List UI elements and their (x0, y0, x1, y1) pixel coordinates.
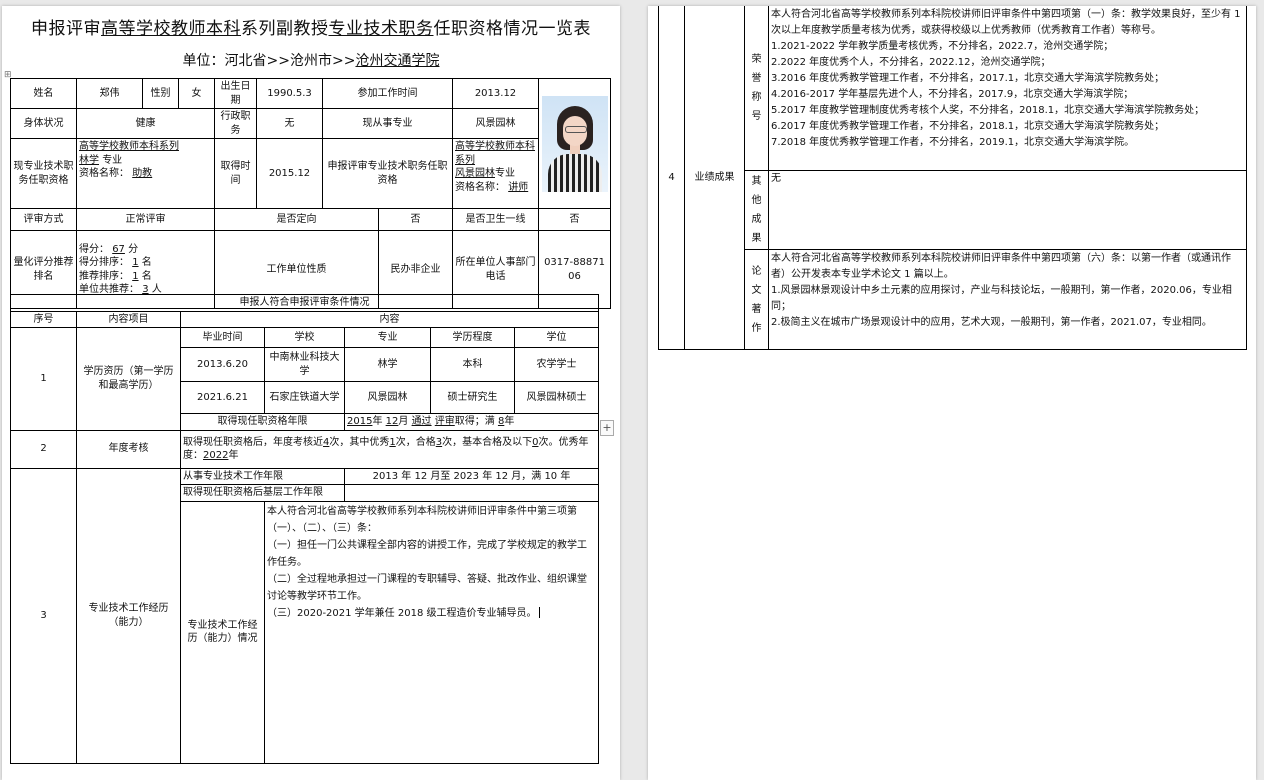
name-label: 姓名 (10, 78, 77, 109)
admin-value: 无 (256, 108, 323, 139)
edu-cell: 硕士研究生 (430, 381, 515, 414)
edu-cell: 林学 (344, 347, 431, 382)
edu-cell: 风景园林 (344, 381, 431, 414)
annual-no: 2 (10, 429, 77, 469)
achievement-item: 业绩成果 (684, 6, 745, 350)
work-years-label: 从事专业技术工作年限 (180, 467, 345, 485)
work-start-label: 参加工作时间 (322, 78, 453, 109)
gender-value: 女 (178, 78, 215, 109)
edu-col-major: 专业 (344, 327, 431, 348)
edu-cell: 本科 (430, 347, 515, 382)
major-value: 风景园林 (452, 108, 539, 139)
edu-cell: 石家庄铁道大学 (264, 381, 345, 414)
basic-info-table: 姓名 郑伟 性别 女 出生日期 1990.5.3 参加工作时间 2013.12 … (10, 78, 611, 309)
paper-value: 本人符合河北省高等学校教师系列本科院校讲师旧评审条件中第四项第（六）条：以第一作… (768, 249, 1247, 350)
get-time-value: 2015.12 (256, 138, 323, 209)
apply-title-value: 高等学校教师本科系列 风景园林专业 资格名称： 讲师 (452, 138, 539, 209)
grassroots-label: 取得现任职资格后基层工作年限 (180, 484, 345, 502)
apply-title-label: 申报评审专业技术职务任职资格 (322, 138, 453, 209)
photo-cell (538, 78, 611, 209)
work-no: 3 (10, 467, 77, 764)
edu-cell: 风景园林硕士 (513, 381, 600, 414)
edu-cell: 中南林业科技大学 (264, 347, 345, 382)
health-label: 身体状况 (10, 108, 77, 139)
health-value: 健康 (76, 108, 215, 139)
header-no: 序号 (10, 310, 77, 328)
grassroots-value (343, 484, 600, 502)
edu-col-school: 学校 (264, 327, 345, 348)
honor-value: 本人符合河北省高等学校教师系列本科院校讲师旧评审条件中第四项第（一）条：教学效果… (768, 6, 1247, 171)
achievements-table: 4 业绩成果 荣誉称号 本人符合河北省高等学校教师系列本科院校讲师旧评审条件中第… (658, 6, 1247, 350)
text-cursor (538, 607, 540, 618)
document-page-left: 申报评审高等学校教师本科系列副教授专业技术职务任职资格情况一览表 单位：河北省>… (2, 6, 620, 780)
add-row-button[interactable]: + (600, 420, 614, 436)
work-item: 专业技术工作经历（能力） (76, 467, 181, 764)
honor-label: 荣誉称号 (744, 6, 769, 171)
work-start-value: 2013.12 (452, 78, 539, 109)
health-line-value: 否 (538, 208, 611, 231)
achievement-no: 4 (658, 6, 685, 350)
edu-no: 1 (10, 327, 77, 431)
header-item: 内容项目 (76, 310, 181, 328)
edu-col-level: 学历程度 (430, 327, 515, 348)
annual-item: 年度考核 (76, 429, 181, 469)
work-detail-value[interactable]: 本人符合河北省高等学校教师系列本科院校讲师旧评审条件中第三项第（一）、（二）、（… (263, 500, 600, 764)
unit-line: 单位：河北省>>沧州市>>沧州交通学院 (182, 53, 440, 69)
edu-item: 学历资历（第一学历和最高学历） (76, 327, 181, 431)
page-title: 申报评审高等学校教师本科系列副教授专业技术职务任职资格情况一览表 (31, 19, 591, 39)
current-title-label: 现专业技术职务任职资格 (10, 138, 77, 209)
name-value: 郑伟 (76, 78, 143, 109)
paper-label: 论文著作 (744, 249, 769, 350)
other-value: 无 (768, 170, 1247, 250)
annual-value: 取得现任职资格后，年度考核近4次，其中优秀1次，合格3次，基本合格及以下0次。优… (179, 429, 600, 469)
birth-label: 出生日期 (214, 78, 257, 109)
current-title-value: 高等学校教师本科系列 林学 专业 资格名称： 助教 (76, 138, 215, 209)
portrait-photo (541, 95, 608, 192)
work-years-value: 2013 年 12 月至 2023 年 12 月，满 10 年 (343, 467, 600, 485)
review-value: 正常评审 (76, 208, 215, 231)
major-label: 现从事专业 (322, 108, 453, 139)
edu-col-time: 毕业时间 (180, 327, 265, 348)
edu-cell: 2021.6.21 (180, 381, 265, 414)
direct-label: 是否定向 (214, 208, 379, 231)
direct-value: 否 (378, 208, 453, 231)
edu-years-label: 取得现任职资格年限 (180, 413, 345, 431)
document-page-right: 4 业绩成果 荣誉称号 本人符合河北省高等学校教师系列本科院校讲师旧评审条件中第… (648, 6, 1256, 780)
conditions-section-title: 申报人符合申报评审条件情况 (9, 294, 600, 312)
edu-years-value: 2015年 12月 通过 评审取得；满 8年 (343, 413, 600, 431)
edu-cell: 2013.6.20 (180, 347, 265, 382)
edu-cell: 农学学士 (513, 347, 600, 382)
admin-label: 行政职务 (214, 108, 257, 139)
review-label: 评审方式 (10, 208, 77, 231)
work-detail-label: 专业技术工作经历（能力）情况 (180, 500, 265, 764)
conditions-table: 申报人符合申报评审条件情况 序号 内容项目 内容 1 学历资历（第一学历和最高学… (9, 294, 600, 764)
other-label: 其他成果 (744, 170, 769, 250)
get-time-label: 取得时间 (214, 138, 257, 209)
edu-col-degree: 学位 (513, 327, 600, 348)
health-line-label: 是否卫生一线 (452, 208, 539, 231)
header-content: 内容 (179, 310, 600, 328)
gender-label: 性别 (142, 78, 179, 109)
birth-value: 1990.5.3 (256, 78, 323, 109)
